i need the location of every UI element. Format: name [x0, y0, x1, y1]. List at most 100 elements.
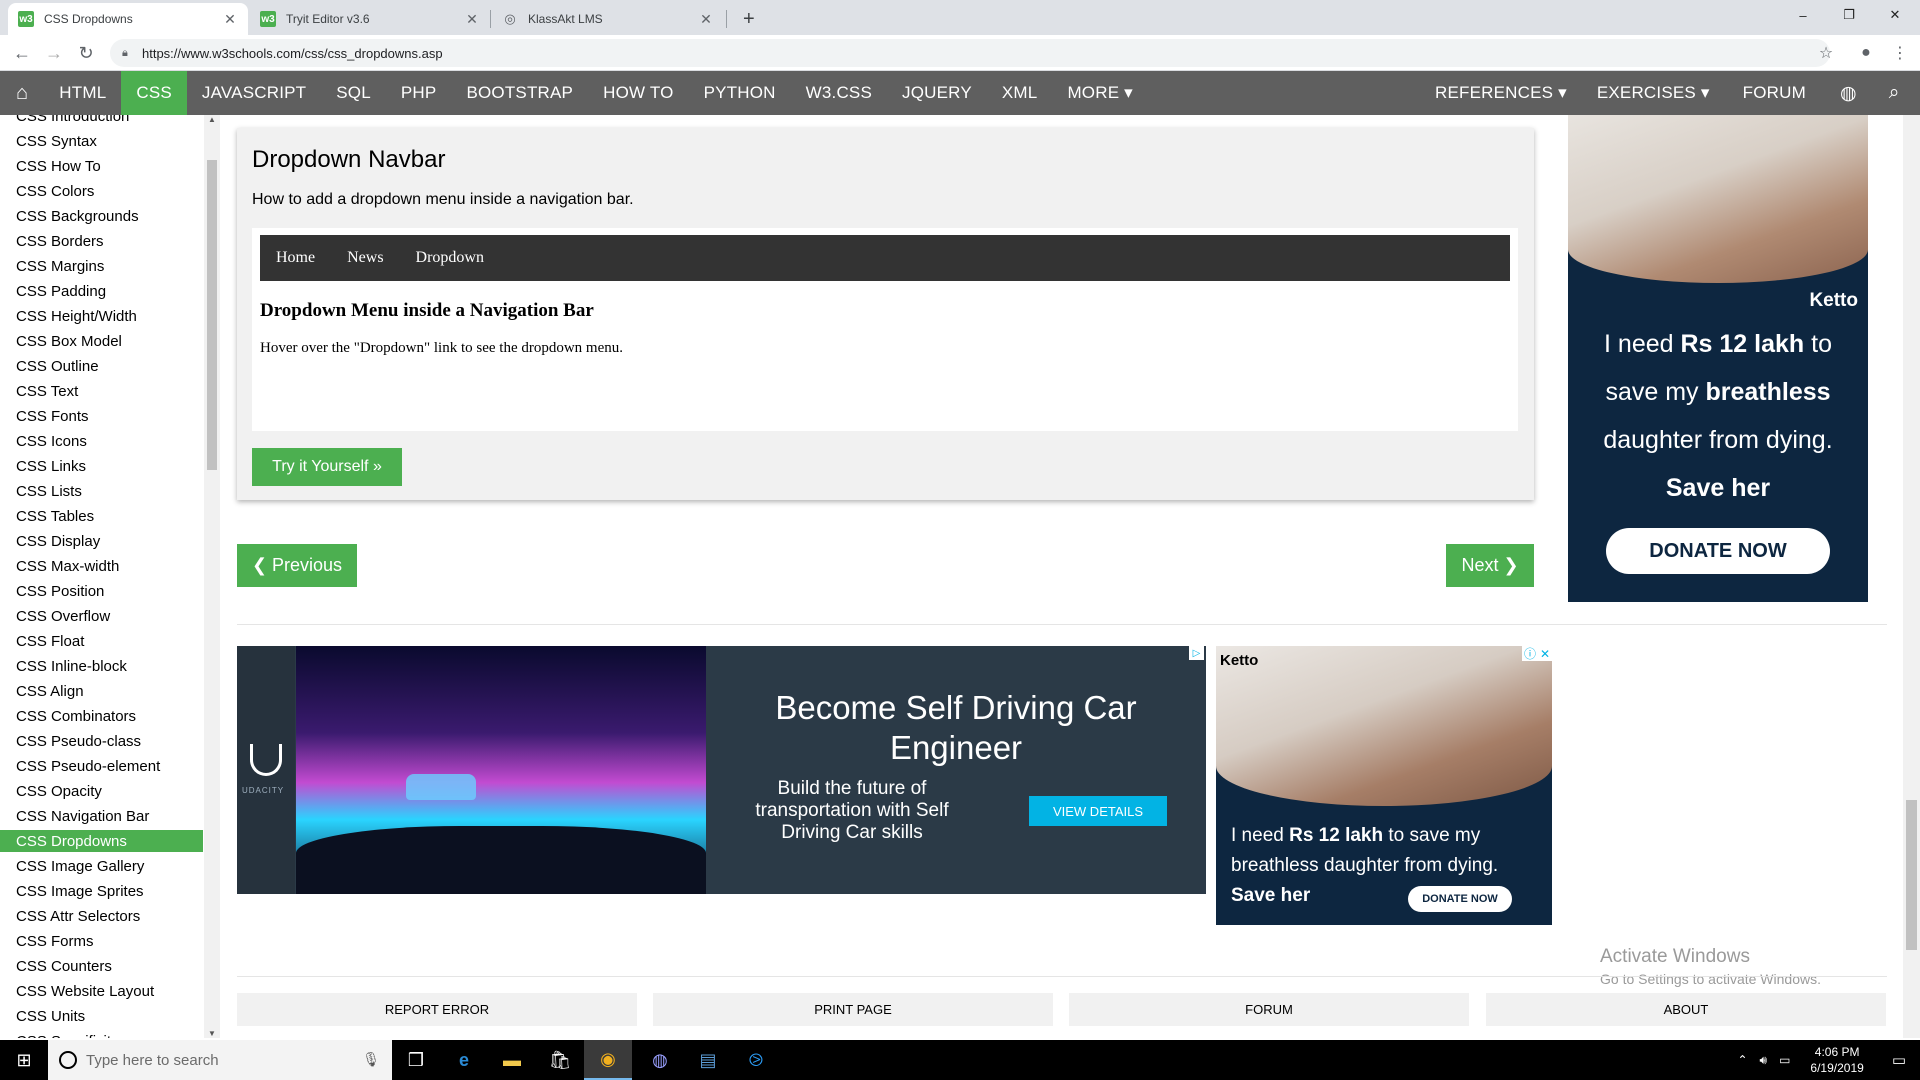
file-explorer-icon[interactable]: ▬	[488, 1040, 536, 1080]
sidebar-item-css-outline[interactable]: CSS Outline	[0, 355, 203, 377]
sidebar-item-css-image-sprites[interactable]: CSS Image Sprites	[0, 880, 203, 902]
volume-icon[interactable]: 🔊︎	[1754, 1053, 1774, 1068]
menu-kebab-icon[interactable]: ⋮	[1886, 39, 1914, 67]
report-error-button[interactable]: REPORT ERROR	[237, 993, 637, 1026]
udacity-ad[interactable]: UDACITY Become Self Driving Car Engineer…	[237, 646, 1206, 894]
sidebar-item-css-navigation-bar[interactable]: CSS Navigation Bar	[0, 805, 203, 827]
sidebar-item-css-align[interactable]: CSS Align	[0, 680, 203, 702]
vscode-icon[interactable]: ⧁	[732, 1040, 780, 1080]
sidebar-item-css-inline-block[interactable]: CSS Inline-block	[0, 655, 203, 677]
demo-nav-dropdown[interactable]: Dropdown	[400, 249, 500, 267]
sidebar-item-css-margins[interactable]: CSS Margins	[0, 255, 203, 277]
sidebar-item-css-icons[interactable]: CSS Icons	[0, 430, 203, 452]
sidebar-item-css-pseudo-element[interactable]: CSS Pseudo-element	[0, 755, 203, 777]
task-view-icon[interactable]: ❒	[392, 1040, 440, 1080]
sidebar-item-css-dropdowns[interactable]: CSS Dropdowns	[0, 830, 203, 852]
sidebar-item-css-specificity[interactable]: CSS Specificity	[0, 1030, 203, 1039]
sidebar-item-css-colors[interactable]: CSS Colors	[0, 180, 203, 202]
close-icon[interactable]: ✕	[464, 11, 480, 28]
donate-now-button[interactable]: DONATE NOW	[1606, 528, 1830, 574]
sidebar-item-css-links[interactable]: CSS Links	[0, 455, 203, 477]
browser-tab-klassakt[interactable]: ◎ KlassAkt LMS ✕	[492, 3, 724, 35]
sidebar-item-css-combinators[interactable]: CSS Combinators	[0, 705, 203, 727]
ketto-ad-sidebar[interactable]: Ketto I need Rs 12 lakh to save my breat…	[1568, 115, 1868, 602]
page-scrollbar[interactable]	[1903, 115, 1920, 1038]
sidebar-item-css-display[interactable]: CSS Display	[0, 530, 203, 552]
close-icon[interactable]: ✕	[1540, 647, 1550, 661]
edge-icon[interactable]: e	[440, 1040, 488, 1080]
page-scroll-thumb[interactable]	[1906, 800, 1917, 950]
sidebar-item-css-syntax[interactable]: CSS Syntax	[0, 130, 203, 152]
reload-icon[interactable]: ↻	[72, 39, 100, 67]
sidebar-item-css-text[interactable]: CSS Text	[0, 380, 203, 402]
nav-python[interactable]: PYTHON	[689, 71, 791, 115]
adchoices-icon[interactable]: ▷	[1189, 646, 1204, 660]
sidebar-item-css-backgrounds[interactable]: CSS Backgrounds	[0, 205, 203, 227]
donate-now-button[interactable]: DONATE NOW	[1408, 886, 1512, 912]
sidebar-item-css-height-width[interactable]: CSS Height/Width	[0, 305, 203, 327]
sidebar-item-css-overflow[interactable]: CSS Overflow	[0, 605, 203, 627]
scroll-up-icon[interactable]: ▲	[208, 115, 216, 124]
print-page-button[interactable]: PRINT PAGE	[653, 993, 1053, 1026]
nav-references[interactable]: REFERENCES ▾	[1420, 71, 1582, 115]
sidebar-scroll-thumb[interactable]	[207, 160, 217, 470]
nav-html[interactable]: HTML	[44, 71, 121, 115]
microphone-icon[interactable]: 🎙︎	[362, 1051, 380, 1068]
forward-icon[interactable]: →	[40, 39, 68, 67]
about-button[interactable]: ABOUT	[1486, 993, 1886, 1026]
close-icon[interactable]: ✕	[698, 11, 714, 28]
nav-howto[interactable]: HOW TO	[588, 71, 688, 115]
sidebar-item-css-padding[interactable]: CSS Padding	[0, 280, 203, 302]
sidebar-scrollbar[interactable]: ▲ ▼	[204, 115, 220, 1038]
home-icon[interactable]: ⌂	[0, 71, 44, 115]
nav-sql[interactable]: SQL	[321, 71, 386, 115]
nav-jquery[interactable]: JQUERY	[887, 71, 987, 115]
ketto-ad-bottom[interactable]: Ketto ⓘ ✕ I need Rs 12 lakh to save my br…	[1216, 646, 1552, 925]
nav-bootstrap[interactable]: BOOTSTRAP	[451, 71, 588, 115]
windows-start-icon[interactable]: ⊞	[0, 1040, 48, 1080]
sidebar-item-css-fonts[interactable]: CSS Fonts	[0, 405, 203, 427]
minimize-button[interactable]: –	[1780, 0, 1826, 30]
sidebar-item-css-float[interactable]: CSS Float	[0, 630, 203, 652]
chrome-icon[interactable]: ◉	[584, 1040, 632, 1080]
sidebar-item-css-introduction[interactable]: CSS Introduction	[0, 115, 203, 127]
nav-xml[interactable]: XML	[987, 71, 1053, 115]
back-icon[interactable]: ←	[8, 39, 36, 67]
scroll-down-icon[interactable]: ▼	[208, 1029, 216, 1038]
sidebar-item-css-pseudo-class[interactable]: CSS Pseudo-class	[0, 730, 203, 752]
taskbar-search[interactable]: Type here to search 🎙︎	[48, 1040, 392, 1080]
demo-nav-home[interactable]: Home	[260, 249, 331, 267]
sidebar-item-css-lists[interactable]: CSS Lists	[0, 480, 203, 502]
globe-icon[interactable]: ◍	[1824, 71, 1873, 115]
account-icon[interactable]: ●	[1852, 39, 1880, 67]
chevron-up-icon[interactable]: ⌃	[1731, 1053, 1753, 1067]
nav-php[interactable]: PHP	[386, 71, 452, 115]
address-bar[interactable]: 🔒︎ https://www.w3schools.com/css/css_dro…	[110, 39, 1830, 67]
footer-forum-button[interactable]: FORUM	[1069, 993, 1469, 1026]
sidebar-item-css-units[interactable]: CSS Units	[0, 1005, 203, 1027]
sidebar-item-css-website-layout[interactable]: CSS Website Layout	[0, 980, 203, 1002]
sidebar-item-css-box-model[interactable]: CSS Box Model	[0, 330, 203, 352]
close-window-button[interactable]: ✕	[1872, 0, 1918, 30]
sidebar-item-css-opacity[interactable]: CSS Opacity	[0, 780, 203, 802]
notifications-icon[interactable]: ▭	[1878, 1051, 1920, 1069]
store-icon[interactable]: 🛍︎	[536, 1040, 584, 1080]
nav-javascript[interactable]: JAVASCRIPT	[187, 71, 321, 115]
nav-css[interactable]: CSS	[121, 71, 187, 115]
taskbar-clock[interactable]: 4:06 PM 6/19/2019	[1796, 1044, 1877, 1076]
ad-close-icon[interactable]: ⓘ ✕	[1522, 646, 1552, 661]
search-icon[interactable]: ⌕	[1873, 71, 1916, 115]
network-icon[interactable]: ▭	[1773, 1053, 1796, 1067]
view-details-button[interactable]: VIEW DETAILS	[1029, 796, 1167, 826]
nav-exercises[interactable]: EXERCISES ▾	[1582, 71, 1725, 115]
try-it-yourself-button[interactable]: Try it Yourself »	[252, 448, 402, 486]
nav-more[interactable]: MORE ▾	[1052, 71, 1147, 115]
sidebar-item-css-forms[interactable]: CSS Forms	[0, 930, 203, 952]
sidebar-item-css-borders[interactable]: CSS Borders	[0, 230, 203, 252]
adchoices-icon[interactable]: ⓘ	[1524, 646, 1536, 662]
nav-w3css[interactable]: W3.CSS	[791, 71, 887, 115]
sidebar-item-css-image-gallery[interactable]: CSS Image Gallery	[0, 855, 203, 877]
bookmark-star-icon[interactable]: ☆	[1812, 39, 1840, 67]
next-button[interactable]: Next ❯	[1446, 544, 1534, 587]
close-icon[interactable]: ✕	[222, 11, 238, 28]
